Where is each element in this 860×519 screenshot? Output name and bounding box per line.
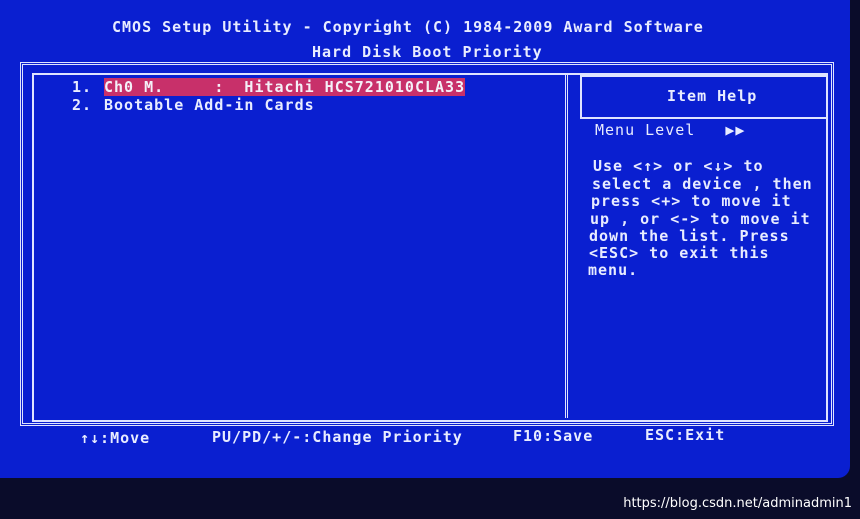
help-line: Use <↑> or <↓> to (593, 157, 764, 175)
bios-screen: CMOS Setup Utility - Copyright (C) 1984-… (0, 0, 850, 478)
footer-change-priority: PU/PD/+/-:Change Priority (212, 428, 463, 446)
item-label[interactable]: Ch0 M. : Hitachi HCS721010CLA33 (104, 78, 466, 96)
watermark: https://blog.csdn.net/adminadmin1 (623, 496, 852, 511)
item-help-title: Item Help (667, 87, 758, 105)
help-line: select a device , then (592, 175, 813, 193)
header-subtitle: Hard Disk Boot Priority (312, 43, 543, 61)
footer-save: F10:Save (513, 427, 594, 445)
help-line: up , or <-> to move it (590, 210, 811, 228)
menu-level: Menu Level ▶▶ (595, 121, 746, 139)
item-label[interactable]: Bootable Add-in Cards (104, 96, 315, 114)
item-index: 1. (72, 78, 93, 96)
item-index: 2. (72, 96, 93, 114)
help-line: press <+> to move it (591, 192, 792, 210)
panel-divider (565, 75, 568, 418)
help-line: down the list. Press (589, 227, 790, 245)
footer-bar: ↑↓:Move PU/PD/+/-:Change Priority F10:Sa… (20, 420, 832, 458)
footer-move: ↑↓:Move (80, 429, 151, 447)
header-title: CMOS Setup Utility - Copyright (C) 1984-… (112, 18, 704, 36)
help-line: <ESC> to exit this (589, 244, 770, 262)
help-line: menu. (588, 261, 639, 279)
footer-exit: ESC:Exit (645, 426, 726, 444)
